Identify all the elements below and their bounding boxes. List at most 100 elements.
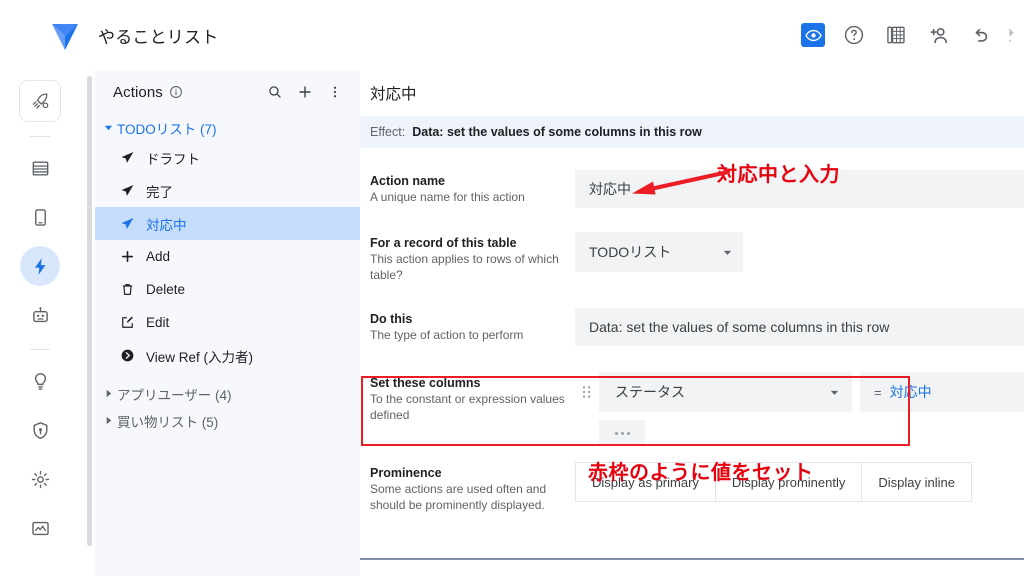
action-item-label: Delete [146,282,186,297]
more-vert-icon[interactable] [324,81,346,103]
field-set-columns: Set these columns To the constant or exp… [360,372,1024,446]
field-label-group: Do this The type of action to perform [370,308,575,346]
field-label: Set these columns [370,376,481,390]
action-item-label: ドラフト [146,151,200,167]
field-table: For a record of this table This action a… [360,232,1024,283]
ellipsis-dot [626,431,630,435]
left-icon-rail [0,70,80,576]
field-label-group: Set these columns To the constant or exp… [370,372,575,446]
robot-icon [32,306,48,322]
field-hint: To the constant or expression values def… [370,392,565,422]
action-item-label: Add [146,249,171,264]
field-label-group: For a record of this table This action a… [370,232,575,283]
actions-panel-title: Actions [113,83,163,101]
table-select[interactable]: TODOリスト [575,232,743,272]
column-value-input[interactable]: = 対応中 [860,372,1024,412]
action-item-label: 完了 [146,184,173,200]
action-item-draft[interactable]: ドラフト [95,141,360,174]
field-hint: This action applies to rows of which tab… [370,252,559,282]
app-window: やることリスト Actions TODOリスト (7) ドラフト 完了 対応中 … [0,0,1024,576]
page-title: 対応中 [370,86,417,103]
panel-scrollbar[interactable] [87,76,92,546]
rail-item-app-views[interactable] [20,197,60,237]
table-select-value: TODOリスト [589,244,672,260]
add-action-icon[interactable] [294,81,316,103]
help-button[interactable] [841,22,867,48]
rail-item-automation[interactable] [20,246,60,286]
rail-item-monitor[interactable] [20,508,60,548]
top-app-bar: やることリスト [32,0,1024,70]
field-label: Prominence [370,466,442,480]
preview-toggle-button[interactable] [801,23,825,47]
caret-down-icon [101,123,115,132]
action-item-label: 対応中 [146,217,187,233]
drag-handle-icon[interactable] [575,385,597,399]
effect-label: Effect: [370,125,406,139]
spreadsheet-book-icon [887,26,905,44]
panel-group-app-users[interactable]: アプリユーザー (4) [95,380,360,407]
column-assignment-row: ステータス = 対応中 [575,372,1024,412]
add-column-row[interactable] [599,420,645,446]
action-item-label: Edit [146,315,170,330]
panel-group-label: 買い物リスト (5) [117,414,219,430]
field-action-name: Action name A unique name for this actio… [360,170,1024,208]
rail-item-security[interactable] [20,410,60,450]
field-label-group: Prominence Some actions are used often a… [370,462,575,513]
effect-banner: Effect: Data: set the values of some col… [360,116,1024,148]
mobile-device-icon [34,208,46,226]
action-item-edit[interactable]: Edit [95,306,360,339]
ellipsis-dot [620,431,624,435]
gear-icon [31,470,49,488]
panel-group-todo[interactable]: TODOリスト (7) [95,114,360,141]
pencil-square-icon [117,315,137,330]
rail-divider-2 [30,349,50,350]
question-circle-icon [844,25,864,45]
lightning-bolt-icon [34,257,45,275]
search-icon[interactable] [264,81,286,103]
field-hint: A unique name for this action [370,190,525,204]
paper-plane-icon [117,216,137,231]
field-label: Do this [370,312,413,326]
appsheet-logo-icon[interactable] [48,18,82,52]
add-person-icon [929,27,947,43]
rocket-icon [32,92,48,108]
share-button[interactable] [925,22,951,48]
field-control: Data: set the values of some columns in … [575,308,1024,346]
bottom-divider [360,558,1024,560]
field-hint: Some actions are used often and should b… [370,482,547,512]
info-circle-icon[interactable] [169,85,183,99]
action-item-done[interactable]: 完了 [95,174,360,207]
paper-plane-icon [117,150,137,165]
rail-item-launch[interactable] [19,80,61,122]
action-item-in-progress[interactable]: 対応中 [95,207,360,240]
rail-item-data[interactable] [20,148,60,188]
rail-item-settings[interactable] [20,459,60,499]
redo-button[interactable] [1009,22,1022,48]
rail-item-intelligence[interactable] [20,361,60,401]
column-select[interactable]: ステータス [599,372,852,412]
do-this-select[interactable]: Data: set the values of some columns in … [575,308,1024,346]
field-hint: The type of action to perform [370,328,524,342]
chevron-down-icon [722,247,733,258]
action-item-add[interactable]: Add [95,240,360,273]
field-label: For a record of this table [370,236,517,250]
panel-group-shopping-list[interactable]: 買い物リスト (5) [95,407,360,434]
action-item-delete[interactable]: Delete [95,273,360,306]
ellipsis-dot [614,431,618,435]
paper-plane-icon [117,183,137,198]
monitor-chart-icon [31,521,49,535]
data-source-button[interactable] [883,22,909,48]
undo-button[interactable] [967,22,993,48]
caret-right-icon [101,416,115,425]
prominence-option-inline[interactable]: Display inline [862,462,972,502]
actions-panel: Actions TODOリスト (7) ドラフト 完了 対応中 Add Dele… [87,70,360,576]
action-item-view-ref[interactable]: View Ref (入力者) [95,339,360,372]
caret-right-icon [101,389,115,398]
field-control: TODOリスト [575,232,1024,283]
redo-arrow-icon [1009,28,1014,42]
toolbar [801,22,1024,48]
rail-item-chat-bots[interactable] [20,295,60,335]
panel-gap [95,372,360,380]
actions-panel-header: Actions [95,70,360,114]
plus-icon [117,249,137,264]
